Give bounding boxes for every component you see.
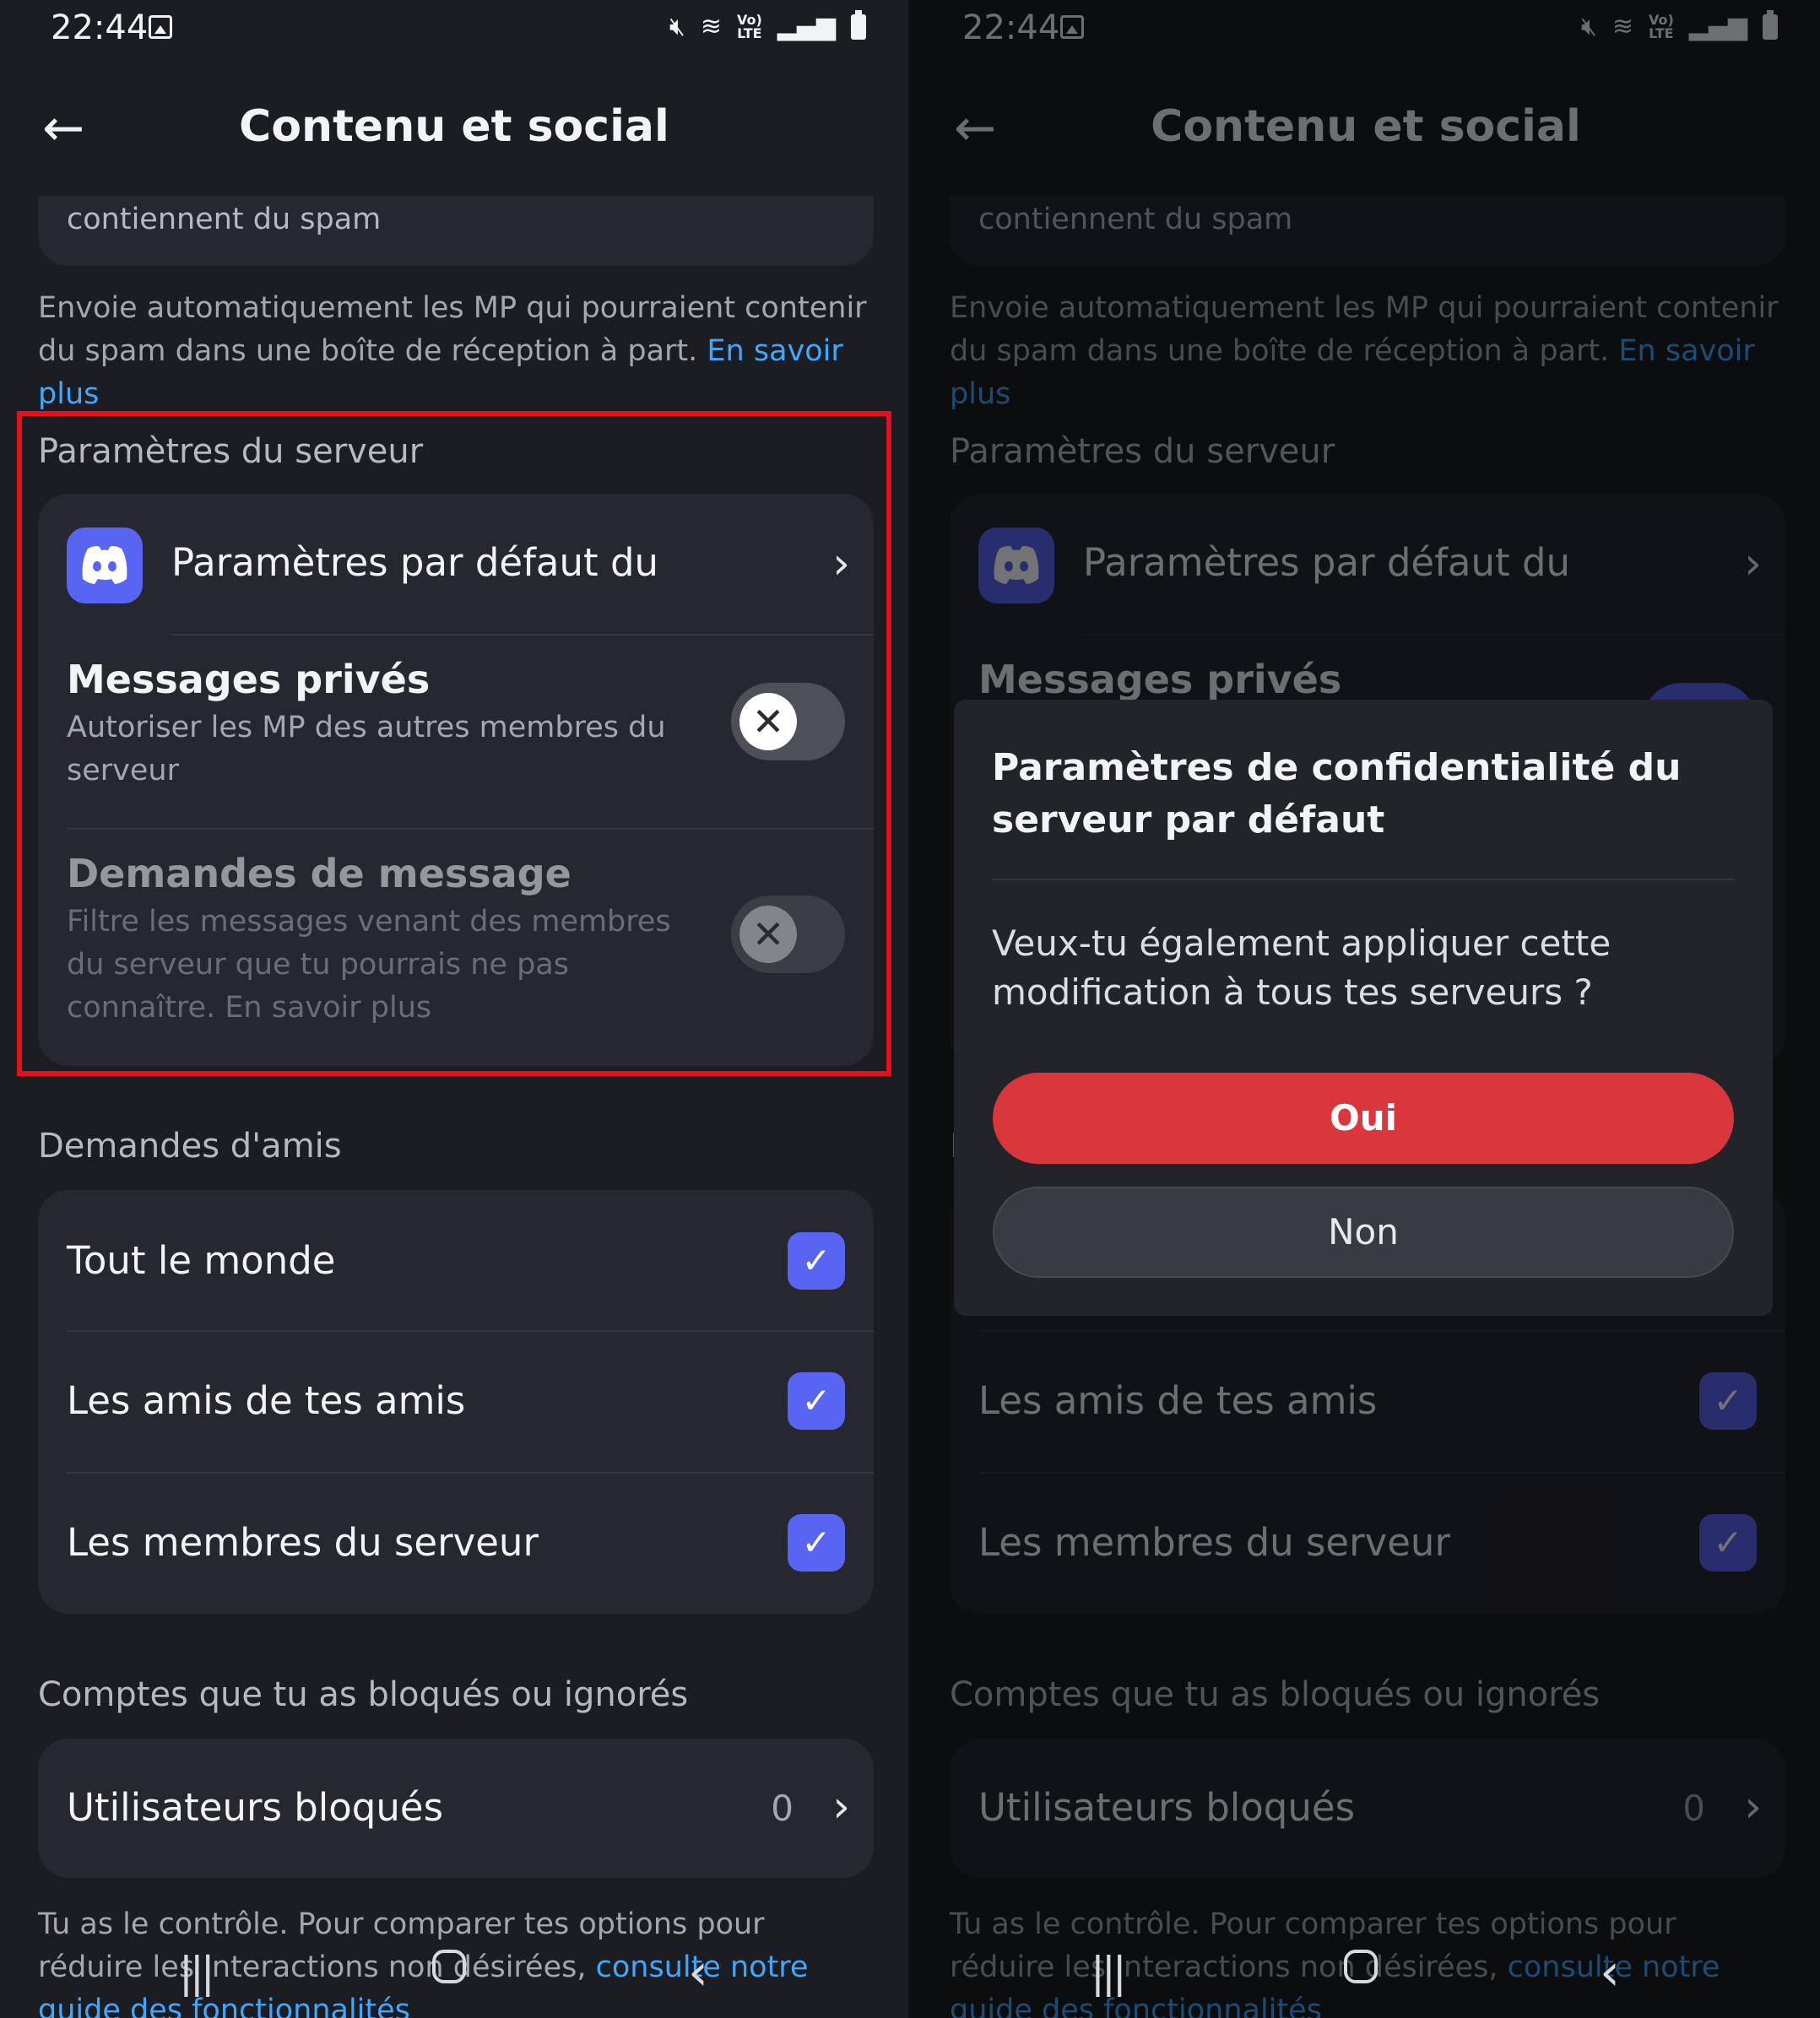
wifi-icon: ≋	[700, 12, 722, 41]
friend-option-server-members[interactable]: Les membres du serveur ✓	[38, 1474, 874, 1614]
option-label: Les amis de tes amis	[67, 1378, 466, 1423]
spam-card-text: contiennent du spam	[67, 203, 382, 236]
status-icons: 🔇︎ ≋ Vo)LTE ▂▄▆	[669, 10, 866, 42]
chevron-right-icon: ›	[832, 1782, 850, 1832]
blocked-section-label: Comptes que tu as bloqués ou ignorés	[38, 1675, 689, 1714]
server-settings-card: Paramètres par défaut du › Messages priv…	[38, 494, 874, 1066]
mute-icon: 🔇︎	[669, 12, 685, 41]
home-icon[interactable]	[1344, 1950, 1378, 1983]
recents-icon[interactable]: |||	[179, 1948, 215, 1997]
status-time: 22:44	[51, 8, 149, 47]
message-requests-toggle[interactable]: ✕	[731, 895, 845, 973]
close-icon: ✕	[739, 693, 797, 750]
page-title: Contenu et social	[239, 101, 669, 152]
battery-icon	[851, 10, 866, 40]
app-header: ← Contenu et social	[0, 59, 908, 196]
message-requests-subtitle: Filtre les messages venant des membres d…	[67, 905, 671, 1025]
settings-screen-with-dialog: 22:44 🔇︎ ≋ Vo)LTE ▂▄▆ ← Contenu et socia…	[912, 0, 1820, 2018]
divider	[992, 879, 1735, 880]
dialog-title: Paramètres de confidentialité du serveur…	[992, 746, 1682, 841]
server-defaults-row[interactable]: Paramètres par défaut du ›	[38, 494, 874, 636]
recents-icon[interactable]: |||	[1091, 1948, 1127, 1997]
system-nav-bar: ||| ‹	[912, 1941, 1820, 2009]
back-icon[interactable]: ‹	[1600, 1943, 1620, 2002]
confirm-dialog: Paramètres de confidentialité du serveur…	[954, 700, 1773, 1316]
yes-button[interactable]: Oui	[993, 1073, 1734, 1164]
discord-icon	[67, 527, 143, 603]
close-icon: ✕	[739, 906, 797, 963]
home-icon[interactable]	[432, 1950, 466, 1983]
dm-subtitle: Autoriser les MP des autres membres du s…	[67, 711, 666, 787]
server-defaults-label: Paramètres par défaut du	[171, 540, 659, 585]
no-button[interactable]: Non	[993, 1187, 1734, 1278]
spam-description: Envoie automatiquement les MP qui pourra…	[38, 287, 874, 416]
dialog-message: Veux-tu également appliquer cette modifi…	[992, 922, 1611, 1013]
friend-option-everyone[interactable]: Tout le monde ✓	[38, 1190, 874, 1331]
blocked-count: 0	[771, 1788, 794, 1829]
dm-row: Messages privés Autoriser les MP des aut…	[38, 636, 874, 828]
checkmark-icon: ✓	[788, 1372, 845, 1430]
signal-icon: ▂▄▆	[777, 12, 836, 41]
message-requests-row: Demandes de message Filtre les messages …	[38, 830, 874, 1066]
settings-screen: 22:44 🔇︎ ≋ Vo) LTE ▂▄▆ ← Contenu et socia…	[0, 0, 908, 2018]
friend-option-friends-of-friends[interactable]: Les amis de tes amis ✓	[38, 1332, 874, 1473]
dm-toggle[interactable]: ✕	[731, 683, 845, 760]
checkmark-icon: ✓	[788, 1514, 845, 1572]
message-requests-title: Demandes de message	[67, 851, 571, 896]
status-bar: 22:44 🔇︎ ≋ Vo)LTE ▂▄▆	[0, 0, 908, 59]
blocked-users-row[interactable]: Utilisateurs bloqués 0 ›	[38, 1739, 874, 1878]
blocked-users-label: Utilisateurs bloqués	[67, 1785, 444, 1830]
option-label: Les membres du serveur	[67, 1520, 539, 1565]
chevron-right-icon: ›	[832, 538, 850, 589]
dm-title: Messages privés	[67, 657, 431, 702]
server-settings-label: Paramètres du serveur	[38, 432, 424, 471]
volte-icon: Vo)LTE	[736, 12, 762, 41]
system-nav-bar: ||| ‹	[0, 1941, 908, 2009]
image-notification-icon	[149, 15, 172, 39]
checkmark-icon: ✓	[788, 1232, 845, 1290]
friend-requests-label: Demandes d'amis	[38, 1127, 342, 1166]
option-label: Tout le monde	[67, 1238, 336, 1283]
back-icon[interactable]: ‹	[688, 1943, 708, 2002]
friend-requests-card: Tout le monde ✓ Les amis de tes amis ✓ L…	[38, 1190, 874, 1614]
